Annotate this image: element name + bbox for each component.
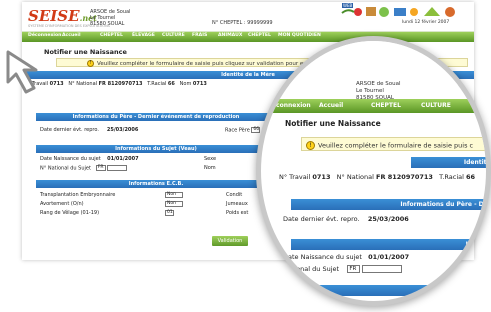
zoom-nav-culture[interactable]: CULTURE: [421, 102, 451, 109]
zoom-nav-deconnexion[interactable]: Déconnexion: [267, 102, 311, 109]
transplantation-row: Transplantation Embryonnaire: [40, 192, 116, 198]
zoom-page-title: Notifier une Naissance: [285, 119, 381, 128]
nav-item-cheptel-2[interactable]: CHEPTEL: [248, 33, 271, 38]
cheptel-number: N° CHEPTEL : 99999999: [212, 20, 273, 26]
zoom-national-row: National du Sujet FR: [283, 265, 403, 273]
sujet-national-row: N° National du Sujet FR: [40, 165, 128, 172]
pointer-arrow-icon: [6, 50, 38, 94]
farm-address: ARSOE de Soual Le Tournel 81580 SOUAL: [90, 9, 131, 27]
rang-row: Rang de Vêlage (01-19): [40, 210, 100, 216]
current-date: lundi 12 février 2007: [402, 20, 450, 25]
nav-item-culture[interactable]: CULTURE: [162, 33, 185, 38]
nav-item-deconnexion[interactable]: Déconnexion: [28, 33, 61, 38]
conditions-label: Condit: [226, 192, 243, 198]
jumeaux-label: Jumeaux: [226, 201, 248, 207]
zoom-warning-icon: !: [306, 141, 315, 150]
sujet-national-input[interactable]: [107, 165, 128, 171]
web-badge: WEB: [342, 3, 354, 8]
section-pere-header: Informations du Père - Dernier événement…: [36, 113, 276, 121]
zoom-nav-cheptel[interactable]: CHEPTEL: [371, 102, 401, 109]
rang-input-wrap: 01: [165, 210, 174, 217]
zoom-national-input[interactable]: [362, 265, 403, 273]
header: SEISE.net SYSTEME D'INFORMATION DES EXPL…: [22, 2, 474, 32]
nav-item-cheptel[interactable]: CHEPTEL: [100, 33, 123, 38]
validation-button[interactable]: Validation: [212, 236, 248, 246]
zoom-mere-row: N° Travail 0713 N° National FR 812097071…: [279, 173, 476, 181]
section-ecb-header: Informations E.C.B.: [36, 180, 276, 188]
sujet-naissance-row: Date Naissance du sujet 01/01/2007: [40, 156, 139, 162]
zoom-nav-accueil[interactable]: Accueil: [319, 102, 343, 109]
farm-illustration: [341, 7, 455, 17]
poids-label: Poids est: [226, 210, 249, 216]
sexe-label: Sexe: [204, 156, 217, 162]
warning-icon: !: [87, 60, 94, 67]
nav-item-elevage[interactable]: ÉLEVAGE: [132, 33, 155, 38]
zoom-info-notice: ! Veuillez compléter le formulaire de sai…: [301, 137, 486, 151]
section-sujet-header: Informations du Sujet (Veau): [36, 145, 276, 153]
app-logo[interactable]: SEISE.net: [28, 7, 97, 25]
nav-item-mon-quotidien[interactable]: MON QUOTIDIEN: [278, 33, 321, 38]
zoom-pere-header: Informations du Père - Derni: [291, 199, 486, 210]
nav-item-animaux[interactable]: ANIMAUX: [218, 33, 242, 38]
zoom-pere-row: Date dernier évt. repro. 25/03/2006: [283, 215, 409, 223]
transplantation-select[interactable]: Non: [165, 192, 183, 198]
zoom-header: [261, 41, 486, 85]
page-title: Notifier une Naissance: [44, 48, 127, 56]
avortement-row: Avortement (O/n): [40, 201, 84, 207]
zoom-sujet-header: Informati: [291, 239, 486, 250]
sujet-country-input[interactable]: FR: [95, 165, 106, 171]
nom-label: Nom: [204, 165, 216, 171]
pere-info-row: Date dernier évt. repro. 25/03/2006: [40, 127, 139, 133]
nav-item-accueil[interactable]: Accueil: [62, 33, 81, 38]
transplantation-select-wrap: Non: [165, 192, 183, 199]
rang-input[interactable]: 01: [165, 210, 174, 216]
zoom-mere-header: Identité d: [411, 157, 486, 168]
avortement-select[interactable]: Non: [165, 201, 183, 207]
zoom-naissance-row: Date Naissance du sujet 01/01/2007: [283, 253, 410, 261]
zoom-nav: Déconnexion Accueil CHEPTEL CULTURE: [261, 99, 486, 113]
race-pere-input[interactable]: 66: [251, 127, 261, 133]
magnified-view: ARSOE de Soual Le Tournel 81580 SOUAL Dé…: [256, 36, 491, 306]
nav-item-frais[interactable]: FRAIS: [192, 33, 207, 38]
zoom-ecb-header: Informations: [291, 285, 486, 296]
zoom-country-input[interactable]: FR: [347, 265, 361, 273]
avortement-select-wrap: Non: [165, 201, 183, 208]
